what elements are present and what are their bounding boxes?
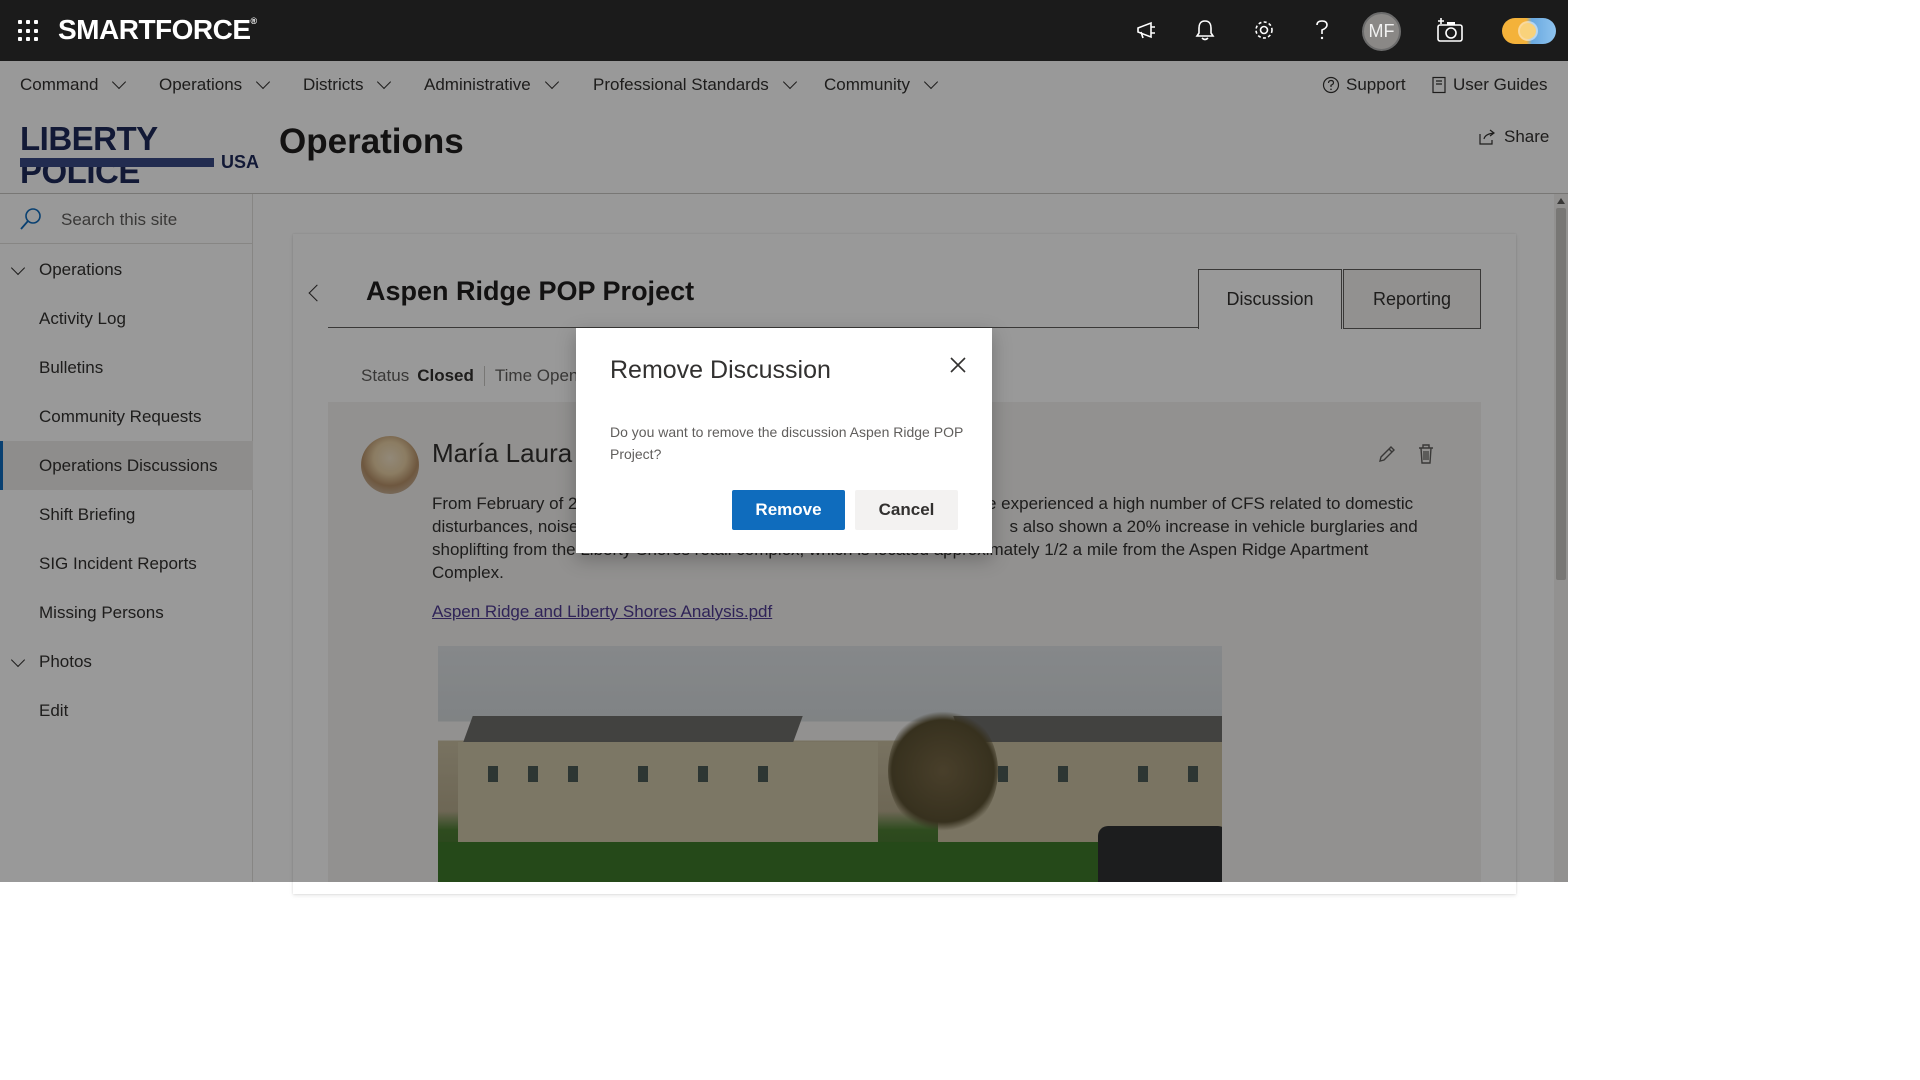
dialog-message: Do you want to remove the discussion Asp… xyxy=(610,424,964,462)
close-icon[interactable] xyxy=(947,354,969,376)
app-launcher-icon[interactable] xyxy=(18,20,40,42)
user-avatar[interactable]: MF xyxy=(1362,12,1401,51)
brand-logo[interactable]: SMARTFORCE® xyxy=(58,14,257,46)
dialog-title: Remove Discussion xyxy=(610,356,831,384)
cancel-button[interactable]: Cancel xyxy=(855,490,958,530)
remove-button[interactable]: Remove xyxy=(732,490,845,530)
help-icon[interactable] xyxy=(1307,15,1337,45)
camera-add-icon[interactable] xyxy=(1435,15,1465,45)
megaphone-icon[interactable] xyxy=(1132,15,1162,45)
suite-bar: SMARTFORCE® MF xyxy=(0,0,1568,61)
bell-icon[interactable] xyxy=(1190,15,1220,45)
gear-icon[interactable] xyxy=(1249,15,1279,45)
remove-discussion-dialog: Remove Discussion Do you want to remove … xyxy=(576,328,992,553)
theme-toggle[interactable] xyxy=(1502,18,1556,44)
